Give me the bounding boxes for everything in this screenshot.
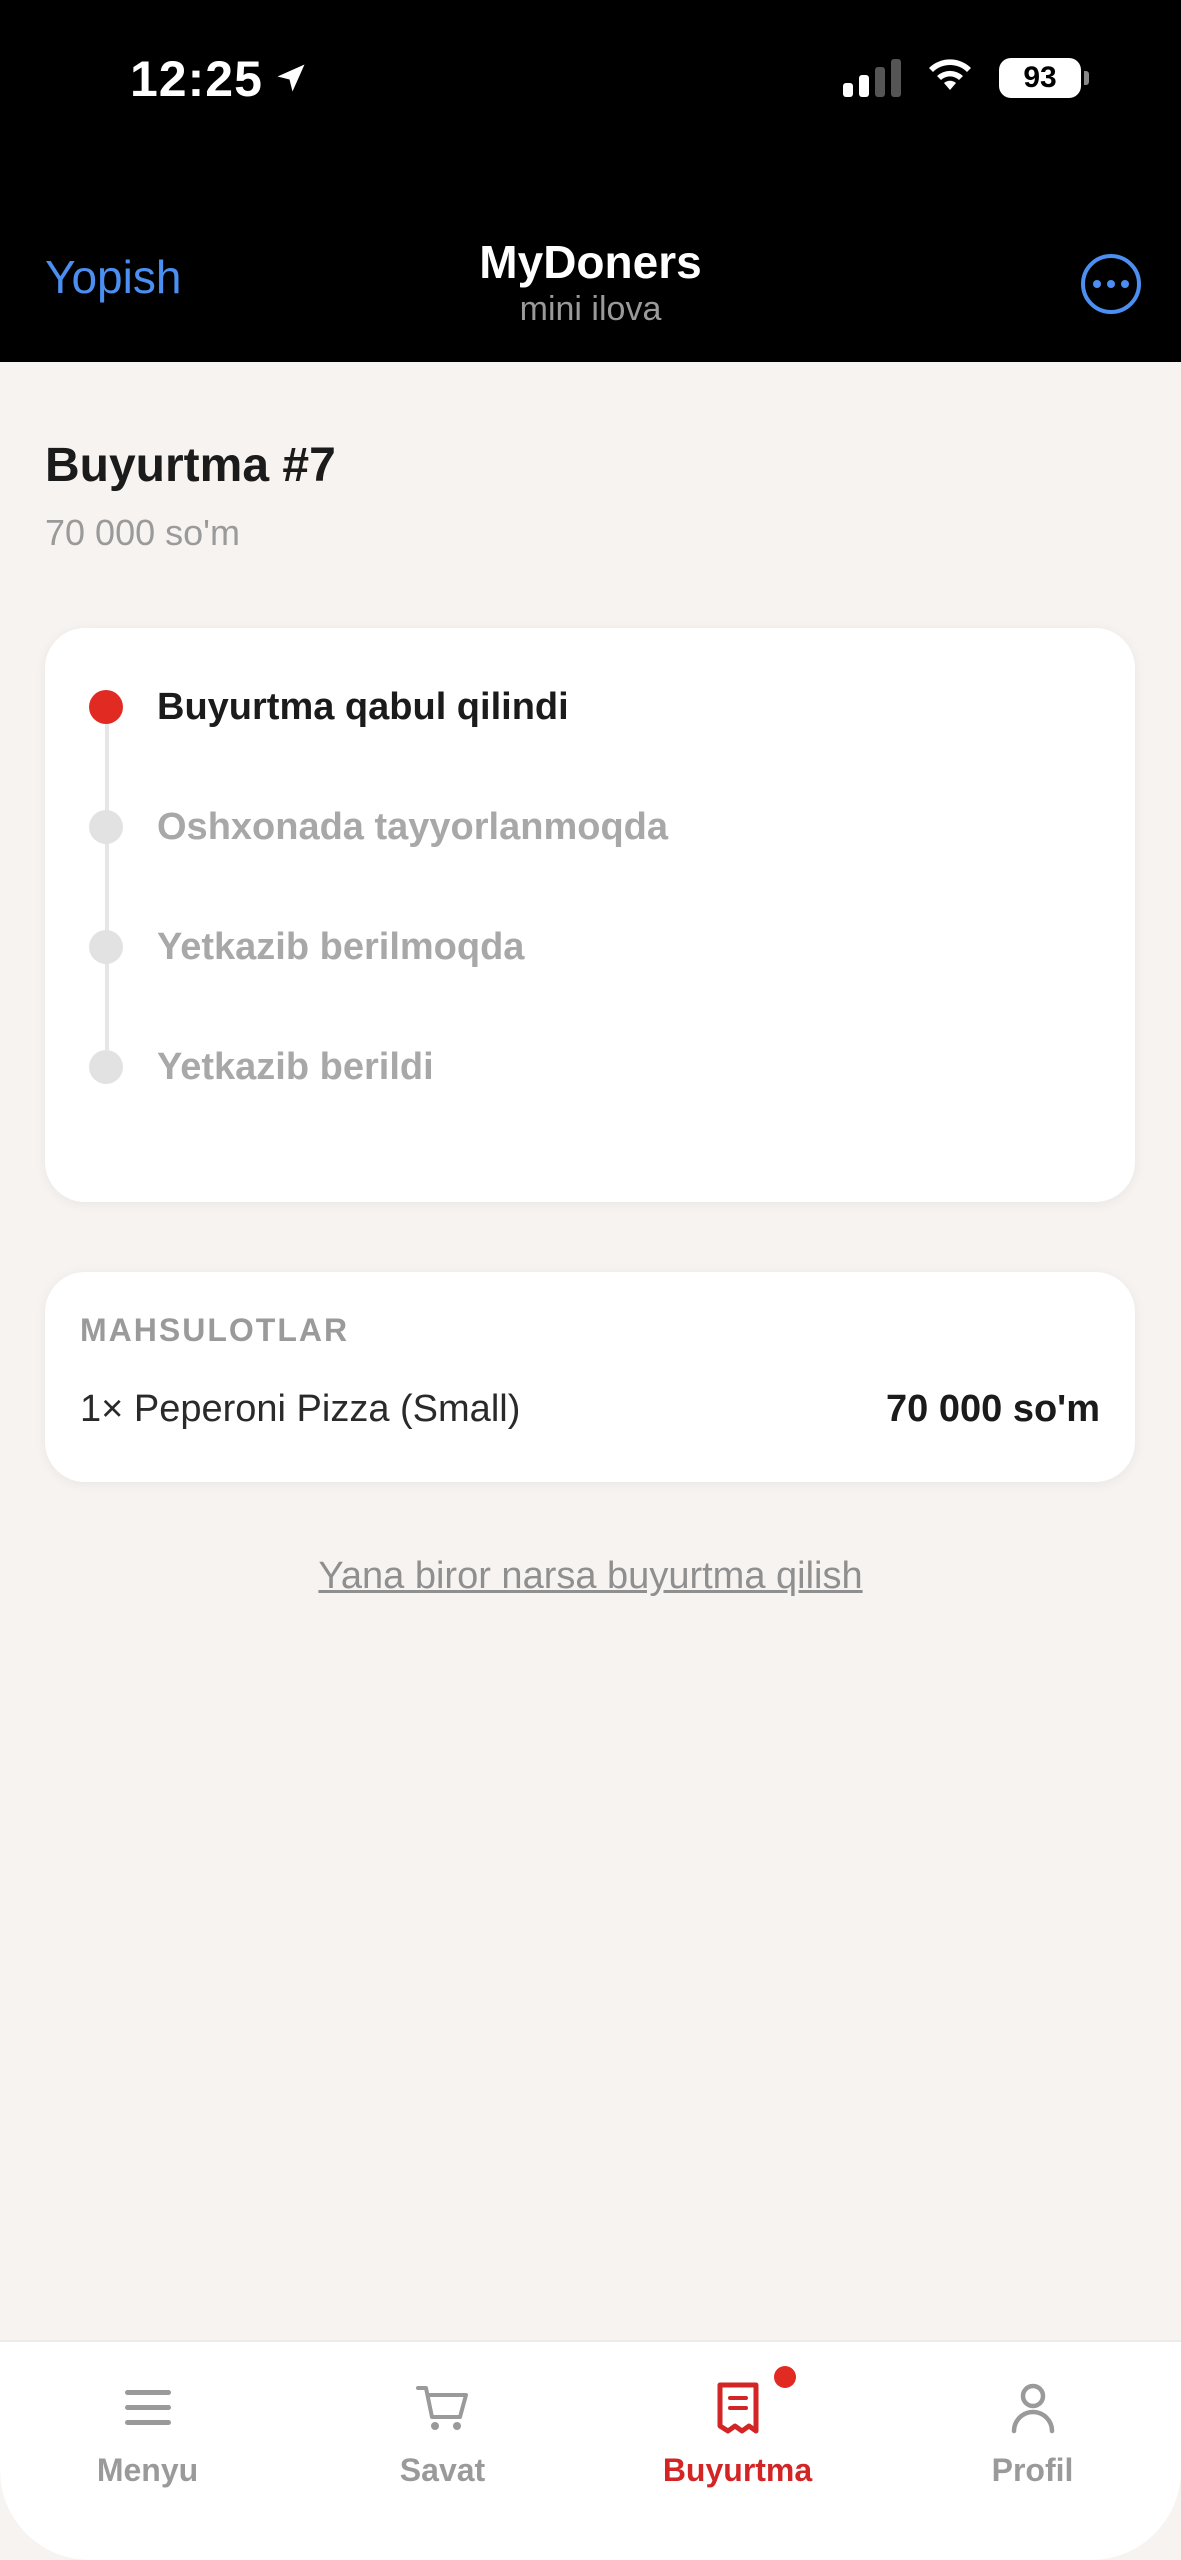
status-indicators: 93 (843, 56, 1089, 99)
status-step: Yetkazib berilmoqda (45, 914, 1135, 974)
product-name: 1× Peperoni Pizza (Small) (80, 1388, 521, 1430)
products-heading: MAHSULOTLAR (80, 1312, 350, 1348)
reorder-link[interactable]: Yana biror narsa buyurtma qilish (0, 1555, 1181, 1598)
more-horizontal-icon (1093, 280, 1101, 288)
battery-icon: 93 (999, 57, 1089, 98)
status-steps: Buyurtma qabul qilindi Oshxonada tayyorl… (45, 628, 1135, 1202)
status-step-label: Oshxonada tayyorlanmoqda (157, 806, 669, 848)
step-connector-line (105, 690, 109, 1050)
order-total: 70 000 so'm (45, 512, 240, 553)
status-step: Yetkazib berildi (45, 1034, 1135, 1094)
step-dot-icon (89, 930, 123, 964)
nav-item-menu[interactable]: Menyu (0, 2342, 295, 2542)
status-time: 12:25 (130, 50, 309, 108)
top-bar: 12:25 93 Yopish MyDoners mini ilova (0, 0, 1181, 362)
nav-item-orders[interactable]: Buyurtma (590, 2342, 885, 2542)
status-step: Oshxonada tayyorlanmoqda (45, 794, 1135, 854)
step-dot-icon (89, 1050, 123, 1084)
order-title: Buyurtma #7 (45, 439, 336, 492)
profile-icon (1003, 2378, 1063, 2438)
receipt-icon (708, 2378, 768, 2438)
nav-label: Profil (991, 2452, 1074, 2488)
bottom-navigation: Menyu Savat Buyurtma Profil (0, 2340, 1181, 2560)
wifi-icon (925, 56, 975, 99)
nav-item-profile[interactable]: Profil (885, 2342, 1180, 2542)
step-dot-icon (89, 690, 123, 724)
nav-label: Savat (399, 2452, 486, 2488)
location-arrow-icon (273, 50, 309, 108)
nav-label: Menyu (96, 2452, 199, 2488)
status-step: Buyurtma qabul qilindi (45, 674, 1135, 734)
status-time-text: 12:25 (130, 51, 263, 107)
nav-item-cart[interactable]: Savat (295, 2342, 590, 2542)
app-subtitle: mini ilova (519, 290, 662, 328)
status-step-label: Buyurtma qabul qilindi (157, 686, 569, 728)
more-options-button[interactable] (1081, 254, 1141, 314)
cellular-signal-icon (843, 58, 901, 97)
nav-label: Buyurtma (662, 2452, 813, 2488)
product-price: 70 000 so'm (886, 1388, 1100, 1430)
notification-badge (774, 2366, 796, 2388)
products-card: MAHSULOTLAR 1× Peperoni Pizza (Small) 70… (45, 1272, 1135, 1482)
cart-icon (413, 2378, 473, 2438)
status-step-label: Yetkazib berilmoqda (157, 926, 525, 968)
battery-level: 93 (1023, 60, 1057, 94)
order-status-card: Buyurtma qabul qilindi Oshxonada tayyorl… (45, 628, 1135, 1202)
status-step-label: Yetkazib berildi (157, 1046, 434, 1088)
app-title: MyDoners (479, 236, 702, 288)
step-dot-icon (89, 810, 123, 844)
menu-icon (118, 2378, 178, 2438)
